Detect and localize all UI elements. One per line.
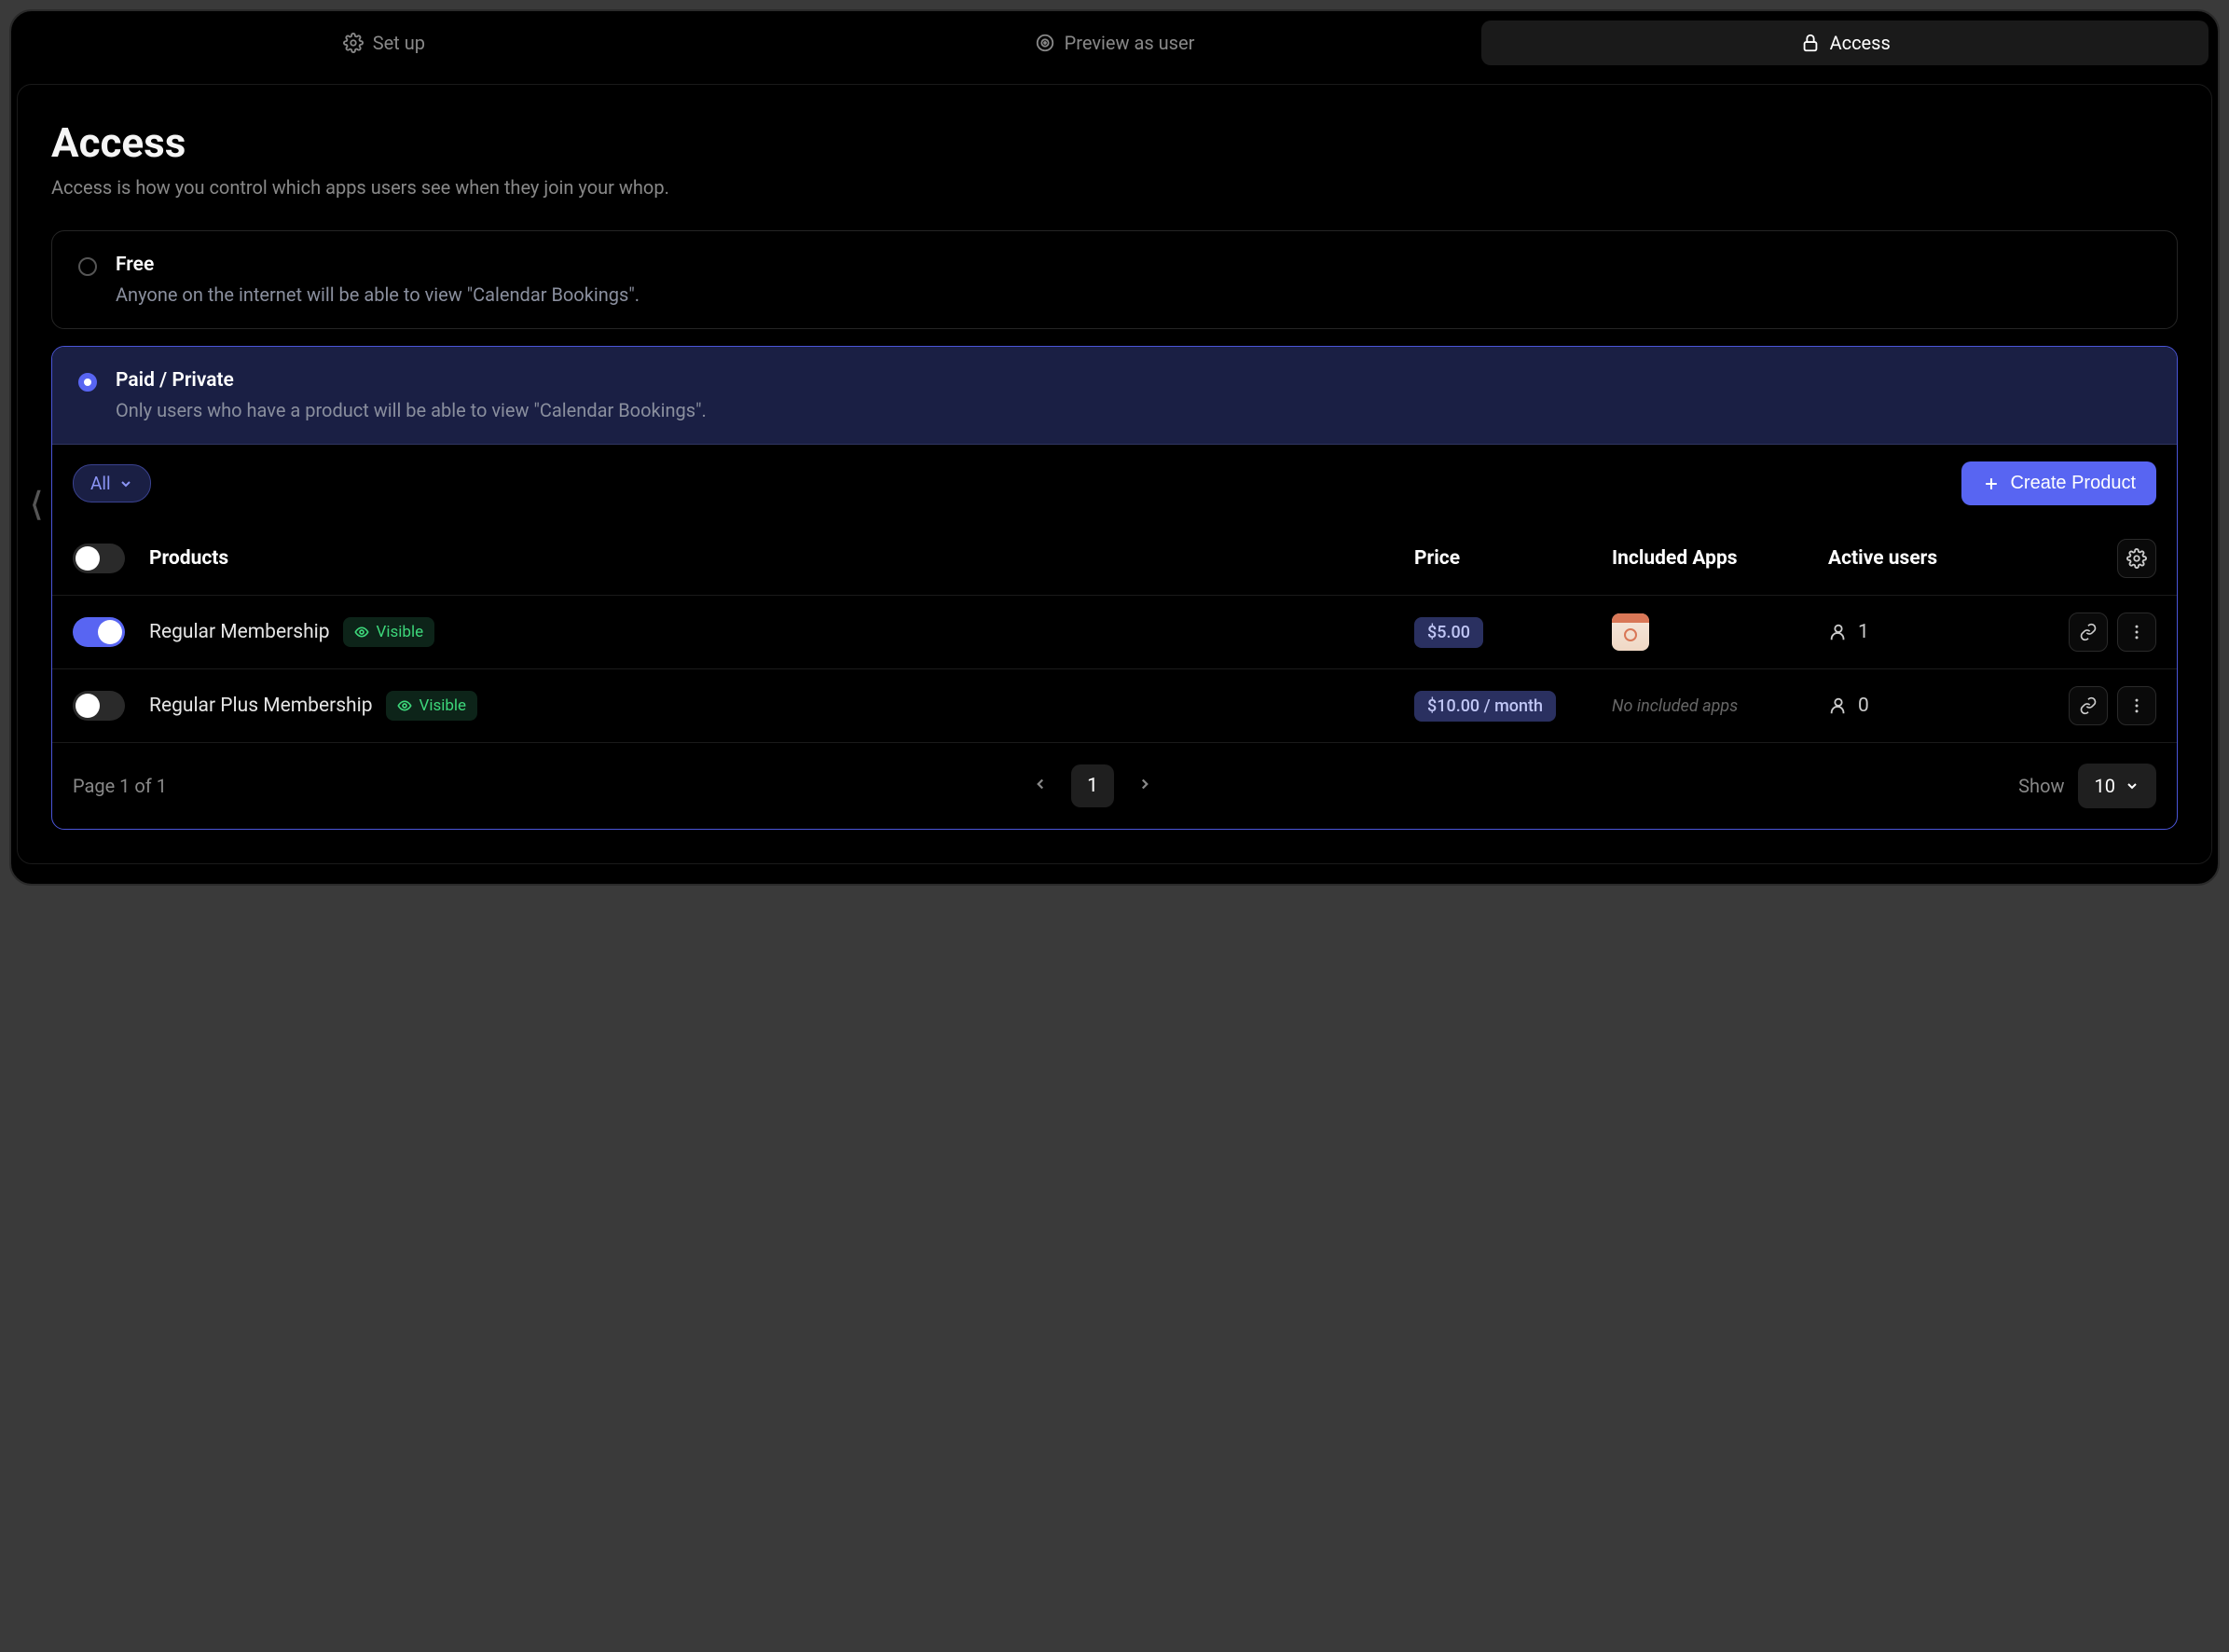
dots-vertical-icon	[2127, 696, 2146, 715]
radio-free[interactable]	[78, 257, 97, 276]
tab-preview[interactable]: Preview as user	[751, 21, 1479, 65]
product-toggle[interactable]	[73, 617, 125, 647]
chevron-right-icon	[1136, 776, 1153, 792]
products-table: Products Price Included Apps Active user…	[52, 522, 2177, 743]
price-badge: $5.00	[1414, 617, 1483, 648]
paid-panel: Paid / Private Only users who have a pro…	[51, 346, 2178, 830]
tab-label: Set up	[373, 32, 425, 54]
product-name: Regular Membership	[149, 621, 330, 643]
more-button[interactable]	[2117, 686, 2156, 725]
visibility-text: Visible	[420, 696, 467, 715]
tab-label: Preview as user	[1065, 32, 1195, 54]
user-icon	[1828, 622, 1849, 642]
drawer-handle[interactable]: ❮	[31, 485, 43, 520]
chevron-down-icon	[118, 476, 133, 491]
tab-bar: Set up Preview as user Access	[17, 17, 2212, 69]
product-cell: Regular Membership Visible	[149, 617, 1403, 647]
create-product-button[interactable]: Create Product	[1961, 461, 2156, 505]
prev-page-button[interactable]	[1023, 765, 1058, 806]
users-cell: 1	[1828, 621, 2015, 643]
link-button[interactable]	[2069, 613, 2108, 652]
eye-icon	[354, 625, 369, 640]
apps-cell	[1612, 613, 1817, 651]
filter-all-button[interactable]: All	[73, 464, 151, 502]
actions-cell	[2026, 613, 2156, 652]
plus-icon	[1982, 475, 2001, 493]
main-panel: Access Access is how you control which a…	[17, 84, 2212, 864]
pagination: Page 1 of 1 1 Show 10	[52, 743, 2177, 829]
visibility-badge: Visible	[343, 617, 435, 647]
product-toggle[interactable]	[73, 691, 125, 721]
link-icon	[2079, 623, 2098, 641]
col-settings	[2026, 539, 2156, 578]
toggle-cell	[73, 617, 138, 647]
actions-cell	[2026, 686, 2156, 725]
master-toggle[interactable]	[73, 544, 125, 573]
dots-vertical-icon	[2127, 623, 2146, 641]
tab-label: Access	[1830, 32, 1891, 54]
product-name: Regular Plus Membership	[149, 695, 373, 717]
gear-icon	[343, 33, 364, 53]
link-icon	[2079, 696, 2098, 715]
col-apps: Included Apps	[1612, 547, 1817, 570]
create-label: Create Product	[2010, 473, 2136, 494]
table-settings-button[interactable]	[2117, 539, 2156, 578]
master-toggle-cell	[73, 544, 138, 573]
tab-setup[interactable]: Set up	[21, 21, 748, 65]
option-paid-content: Paid / Private Only users who have a pro…	[116, 369, 2151, 421]
option-description: Only users who have a product will be ab…	[116, 399, 2151, 421]
apps-cell: No included apps	[1612, 696, 1817, 716]
show-select[interactable]: 10	[2078, 764, 2156, 808]
product-cell: Regular Plus Membership Visible	[149, 691, 1403, 721]
gear-icon	[2126, 548, 2147, 569]
lock-icon	[1800, 33, 1821, 53]
toggle-cell	[73, 691, 138, 721]
page-info: Page 1 of 1	[73, 775, 167, 797]
show-value: 10	[2095, 775, 2115, 797]
tab-access[interactable]: Access	[1481, 21, 2208, 65]
page-controls: 1	[1023, 764, 1163, 807]
price-cell: $10.00 / month	[1414, 691, 1601, 722]
price-cell: $5.00	[1414, 617, 1601, 648]
show-group: Show 10	[2018, 764, 2156, 808]
option-paid[interactable]: Paid / Private Only users who have a pro…	[52, 347, 2177, 445]
access-window: Set up Preview as user Access Access Acc…	[9, 9, 2220, 886]
calendar-app-icon	[1612, 613, 1649, 651]
chevron-left-icon	[1032, 776, 1049, 792]
users-count: 0	[1858, 695, 1869, 717]
option-free[interactable]: Free Anyone on the internet will be able…	[51, 230, 2178, 329]
users-cell: 0	[1828, 695, 2015, 717]
option-title: Free	[116, 254, 2151, 276]
col-products: Products	[149, 547, 1403, 570]
chevron-down-icon	[2125, 778, 2140, 793]
table-header: Products Price Included Apps Active user…	[52, 522, 2177, 596]
show-label: Show	[2018, 775, 2064, 797]
page-number[interactable]: 1	[1071, 764, 1114, 807]
table-row: Regular Plus Membership Visible $10.00 /…	[52, 669, 2177, 743]
filter-label: All	[90, 473, 111, 494]
option-description: Anyone on the internet will be able to v…	[116, 283, 2151, 306]
visibility-text: Visible	[377, 623, 424, 641]
eye-icon	[397, 698, 412, 713]
page-title: Access	[51, 118, 2178, 167]
col-users: Active users	[1828, 547, 2015, 570]
more-button[interactable]	[2117, 613, 2156, 652]
price-badge: $10.00 / month	[1414, 691, 1556, 722]
table-row: Regular Membership Visible $5.00	[52, 596, 2177, 669]
products-toolbar: All Create Product	[52, 445, 2177, 522]
users-count: 1	[1858, 621, 1869, 643]
option-free-content: Free Anyone on the internet will be able…	[116, 254, 2151, 306]
page-description: Access is how you control which apps use…	[51, 176, 2178, 199]
visibility-badge: Visible	[386, 691, 478, 721]
link-button[interactable]	[2069, 686, 2108, 725]
radio-paid[interactable]	[78, 373, 97, 392]
no-apps-text: No included apps	[1612, 696, 1738, 716]
col-price: Price	[1414, 547, 1601, 570]
eye-icon	[1035, 33, 1055, 53]
next-page-button[interactable]	[1127, 765, 1163, 806]
user-icon	[1828, 695, 1849, 716]
option-title: Paid / Private	[116, 369, 2151, 392]
